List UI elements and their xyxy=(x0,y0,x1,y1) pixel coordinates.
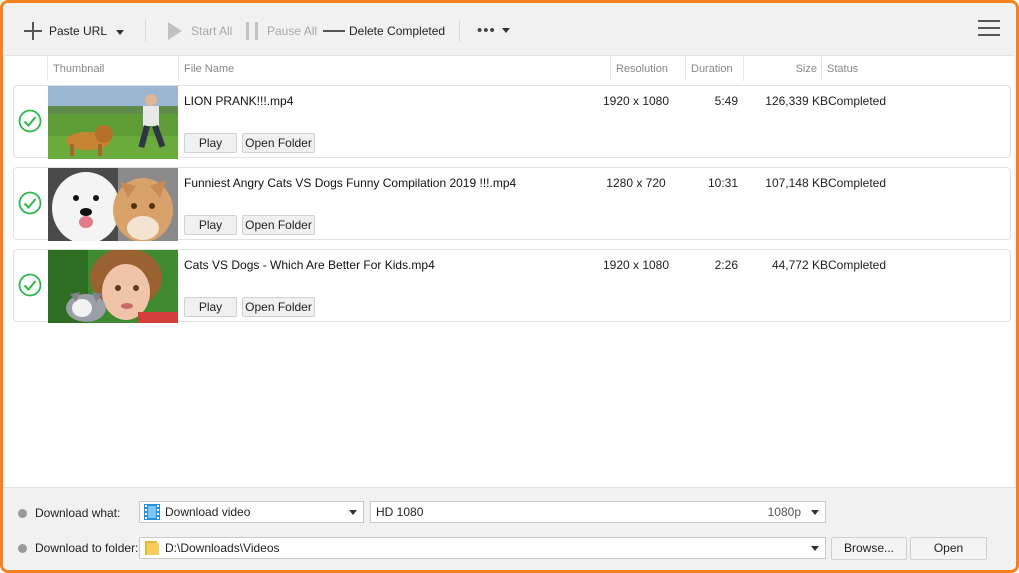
file-name: Cats VS Dogs - Which Are Better For Kids… xyxy=(184,258,435,272)
toolbar-divider xyxy=(459,20,460,42)
browse-button[interactable]: Browse... xyxy=(831,537,907,560)
status-text: Completed xyxy=(828,258,887,272)
download-what-value: Download video xyxy=(165,505,251,519)
check-circle-icon xyxy=(18,109,42,133)
more-dots-icon: ••• xyxy=(477,22,496,39)
toolbar: Paste URL Start All Pause All Delete Com… xyxy=(3,3,1016,55)
delete-completed-button[interactable]: Delete Completed xyxy=(323,23,445,39)
quality-tag: 1080p xyxy=(767,505,801,519)
download-options-panel: Download what: Download video HD 1080 10… xyxy=(3,487,1016,570)
check-circle-icon xyxy=(18,273,42,297)
download-what-label: Download what: xyxy=(35,506,121,520)
column-file-name[interactable]: File Name xyxy=(178,56,610,82)
chevron-down-icon xyxy=(501,27,510,33)
play-button[interactable]: Play xyxy=(184,215,237,235)
quality-select[interactable]: HD 1080 1080p xyxy=(370,501,826,523)
quality-value: HD 1080 xyxy=(376,505,424,519)
film-icon xyxy=(144,504,160,520)
toolbar-divider xyxy=(145,20,146,42)
app-window: Paste URL Start All Pause All Delete Com… xyxy=(0,0,1019,573)
paste-url-label: Paste URL xyxy=(49,24,108,38)
column-header: Thumbnail File Name Resolution Duration … xyxy=(5,55,1014,83)
open-folder-button[interactable]: Open Folder xyxy=(242,297,315,317)
open-button[interactable]: Open xyxy=(910,537,987,560)
column-thumbnail[interactable]: Thumbnail xyxy=(47,56,177,82)
column-status[interactable]: Status xyxy=(821,56,1011,82)
file-size: 126,339 KB xyxy=(765,94,828,108)
download-list: LION PRANK!!!.mp4 1920 x 1080 5:49 126,3… xyxy=(5,81,1014,487)
bullet-dot xyxy=(18,509,27,518)
list-item[interactable]: Cats VS Dogs - Which Are Better For Kids… xyxy=(13,249,1011,323)
file-size: 107,148 KB xyxy=(765,176,828,190)
paste-url-dropdown-icon[interactable] xyxy=(115,29,125,37)
video-thumbnail xyxy=(48,250,178,323)
column-size[interactable]: Size xyxy=(743,56,821,82)
video-thumbnail xyxy=(48,168,178,241)
chevron-down-icon xyxy=(811,546,819,551)
column-resolution[interactable]: Resolution xyxy=(610,56,684,82)
delete-completed-label: Delete Completed xyxy=(349,24,446,38)
plus-icon xyxy=(24,22,42,40)
more-options-button[interactable]: ••• xyxy=(477,22,511,39)
bullet-dot xyxy=(18,544,27,553)
chevron-down-icon xyxy=(811,510,819,515)
resolution: 1920 x 1080 xyxy=(602,94,670,108)
pause-all-label: Pause All xyxy=(267,24,318,38)
play-icon xyxy=(168,22,182,40)
check-circle-icon xyxy=(18,191,42,215)
status-text: Completed xyxy=(828,94,887,108)
resolution: 1280 x 720 xyxy=(606,176,666,190)
pause-all-button[interactable]: Pause All xyxy=(245,21,317,41)
list-item[interactable]: LION PRANK!!!.mp4 1920 x 1080 5:49 126,3… xyxy=(13,85,1011,159)
folder-path: D:\Downloads\Videos xyxy=(165,541,280,555)
duration: 2:26 xyxy=(714,258,738,272)
chevron-down-icon xyxy=(349,510,357,515)
open-folder-button[interactable]: Open Folder xyxy=(242,133,315,153)
download-folder-label: Download to folder: xyxy=(35,541,139,555)
duration: 5:49 xyxy=(714,94,738,108)
start-all-button[interactable]: Start All xyxy=(167,21,232,41)
play-button[interactable]: Play xyxy=(184,297,237,317)
resolution: 1920 x 1080 xyxy=(602,258,670,272)
hamburger-menu-icon[interactable] xyxy=(978,18,1000,38)
open-folder-button[interactable]: Open Folder xyxy=(242,215,315,235)
pause-icon xyxy=(246,22,258,40)
list-item[interactable]: Funniest Angry Cats VS Dogs Funny Compil… xyxy=(13,167,1011,241)
video-thumbnail xyxy=(48,86,178,159)
download-what-select[interactable]: Download video xyxy=(139,501,364,523)
start-all-label: Start All xyxy=(191,24,233,38)
minus-icon xyxy=(323,30,345,32)
file-name: Funniest Angry Cats VS Dogs Funny Compil… xyxy=(184,176,517,190)
file-name: LION PRANK!!!.mp4 xyxy=(184,94,294,108)
file-size: 44,772 KB xyxy=(771,258,828,272)
status-text: Completed xyxy=(828,176,887,190)
paste-url-button[interactable]: Paste URL xyxy=(23,21,107,41)
play-button[interactable]: Play xyxy=(184,133,237,153)
folder-icon xyxy=(145,541,159,555)
duration: 10:31 xyxy=(707,176,738,190)
column-duration[interactable]: Duration xyxy=(685,56,743,82)
folder-path-select[interactable]: D:\Downloads\Videos xyxy=(139,537,826,559)
